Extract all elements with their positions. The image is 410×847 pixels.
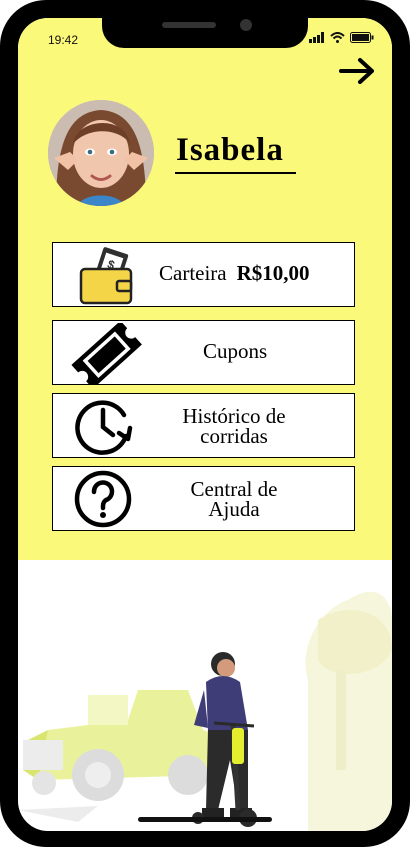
name-underline — [175, 172, 296, 174]
wallet-label: Carteira — [159, 261, 227, 285]
history-line2: corridas — [200, 424, 268, 448]
next-arrow-icon[interactable] — [338, 56, 378, 86]
coupons-label: Cupons — [203, 339, 268, 363]
menu-item-help[interactable]: Central de Ajuda — [52, 466, 355, 531]
avatar-photo — [48, 100, 154, 206]
menu-item-coupons[interactable]: Cupons — [52, 320, 355, 385]
wallet-amount: R$10,00 — [236, 261, 310, 285]
front-camera — [240, 19, 252, 31]
history-clock-icon — [75, 400, 133, 455]
phone-frame: 19:42 Isabela $ Carteira R$10,00 Cupons … — [0, 0, 410, 847]
wallet-icon: $ — [79, 247, 133, 305]
wallet-text: Carteira R$10,00 — [159, 261, 310, 285]
scooter-illustration — [18, 591, 392, 831]
menu-item-history[interactable]: Histórico de corridas — [52, 393, 355, 458]
status-icons — [309, 32, 374, 43]
status-time: 19:42 — [48, 33, 79, 47]
speaker — [162, 22, 216, 28]
help-question-icon — [74, 470, 132, 528]
battery-icon — [350, 32, 374, 43]
help-line1: Central de — [190, 477, 278, 501]
help-text: Central de Ajuda — [165, 477, 303, 521]
avatar[interactable] — [48, 100, 154, 206]
home-indicator — [138, 817, 272, 822]
wifi-icon — [330, 32, 345, 43]
app-screen: 19:42 Isabela $ Carteira R$10,00 Cupons … — [18, 18, 392, 831]
menu-item-wallet[interactable]: $ Carteira R$10,00 — [52, 242, 355, 307]
history-text: Histórico de corridas — [165, 404, 303, 448]
signal-icon — [309, 32, 324, 43]
history-line1: Histórico de — [182, 404, 286, 428]
ticket-icon — [71, 323, 142, 385]
phone-notch — [102, 18, 308, 48]
user-name: Isabela — [176, 132, 284, 168]
help-line2: Ajuda — [208, 497, 260, 521]
